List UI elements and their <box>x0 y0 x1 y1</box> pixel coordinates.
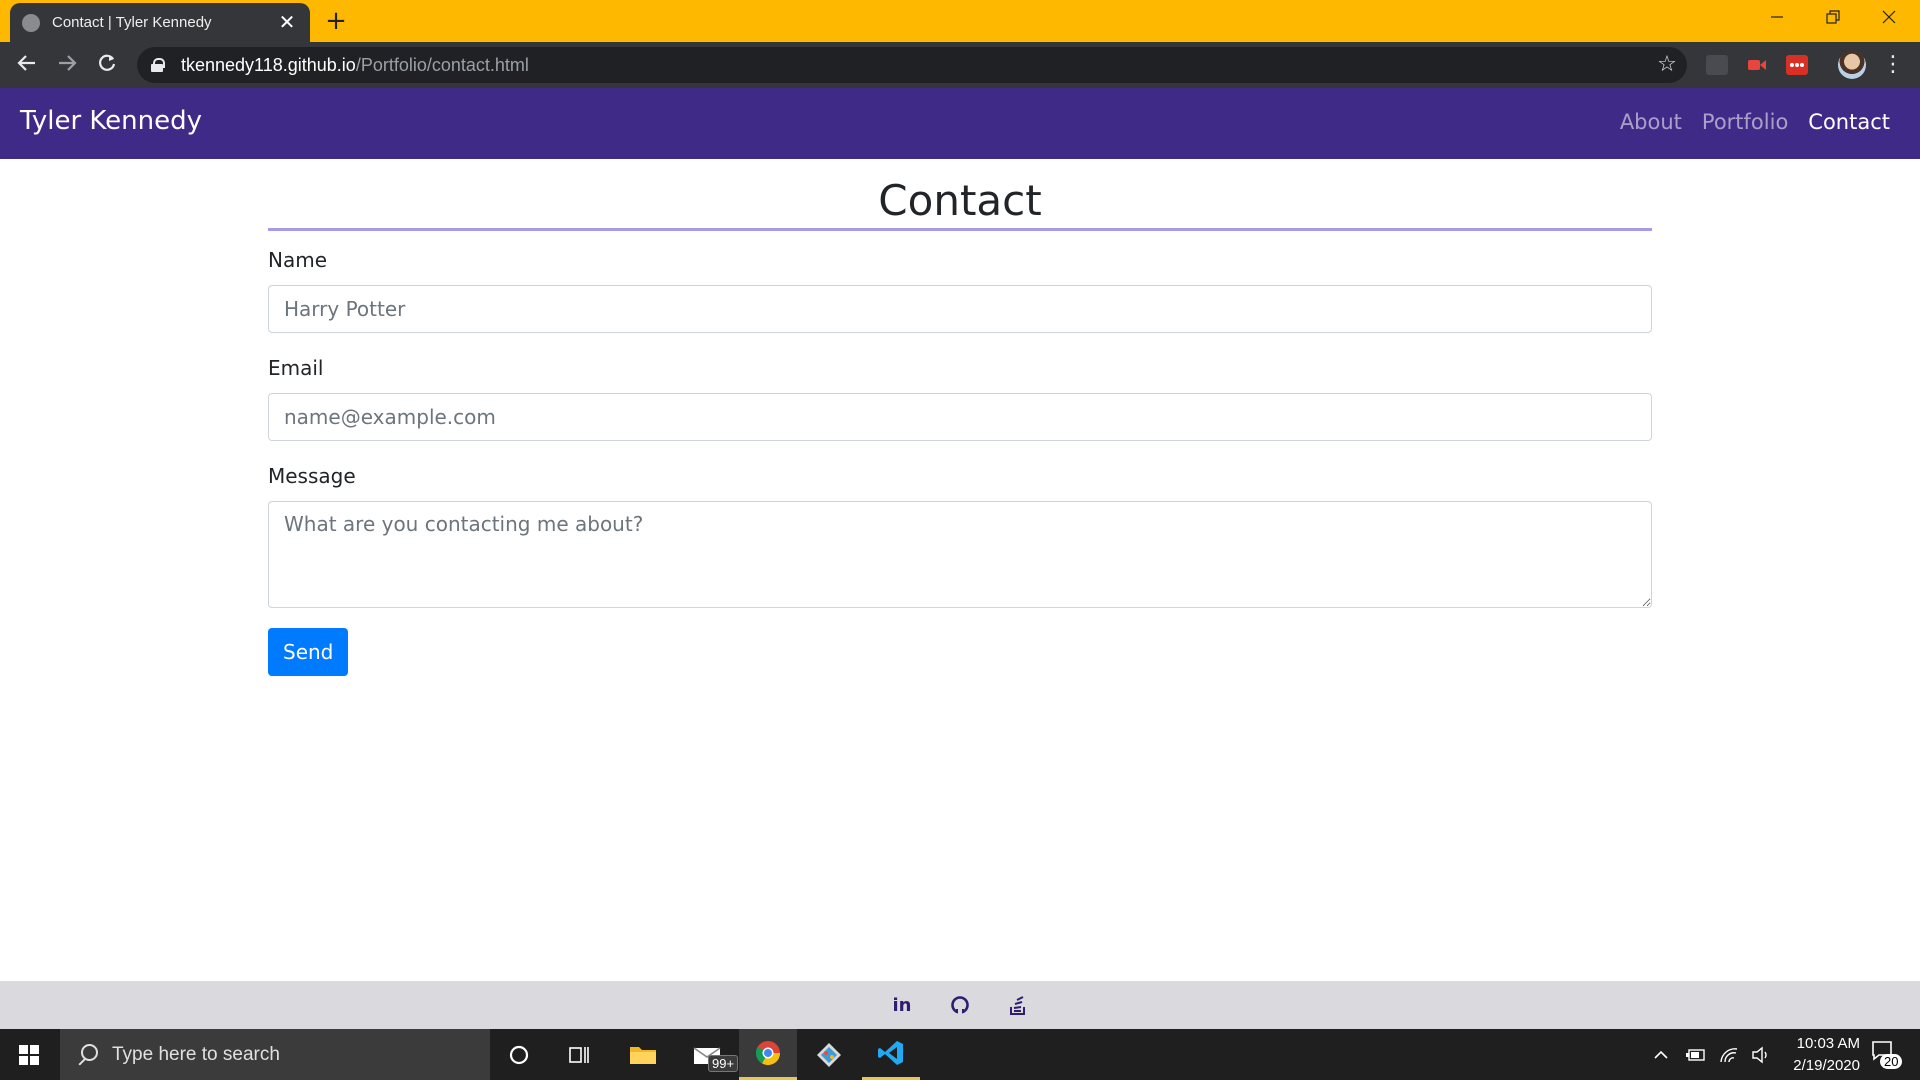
message-label: Message <box>268 464 356 488</box>
page-title: Contact <box>878 176 1042 225</box>
nav-links: About Portfolio Contact <box>1620 110 1890 134</box>
taskbar-search[interactable]: Type here to search <box>60 1029 490 1080</box>
show-hidden-icons-icon[interactable] <box>1652 1046 1670 1064</box>
chrome-icon[interactable] <box>739 1029 797 1080</box>
vscode-icon[interactable] <box>862 1029 920 1080</box>
wifi-icon[interactable] <box>1718 1046 1740 1064</box>
windows-taskbar: Type here to search 99+ 10:03 AM 2/19/20… <box>0 1029 1920 1080</box>
favicon-icon <box>22 13 40 32</box>
url-path: /Portfolio/contact.html <box>355 54 529 75</box>
record-extension-icon[interactable] <box>1746 55 1768 75</box>
close-window-icon[interactable] <box>1866 4 1912 34</box>
stack-overflow-icon[interactable] <box>1006 993 1030 1017</box>
git-kraken-icon[interactable] <box>800 1029 858 1080</box>
github-icon[interactable] <box>948 993 972 1017</box>
nav-link-about[interactable]: About <box>1620 110 1682 134</box>
extension-icon[interactable] <box>1706 55 1728 75</box>
forward-arrow-icon[interactable] <box>52 50 82 80</box>
profile-avatar[interactable] <box>1838 51 1866 79</box>
send-button[interactable]: Send <box>268 628 349 676</box>
site-brand[interactable]: Tyler Kennedy <box>20 106 202 136</box>
address-bar[interactable]: tkennedy118.github.io/Portfolio/contact.… <box>137 47 1687 83</box>
lock-icon <box>151 58 165 72</box>
linkedin-icon[interactable]: in <box>890 993 914 1017</box>
tab-title: Contact | Tyler Kennedy <box>52 14 212 31</box>
email-label: Email <box>268 356 324 380</box>
email-field[interactable] <box>268 393 1652 441</box>
windows-start-icon[interactable] <box>0 1029 58 1080</box>
message-field[interactable] <box>268 501 1652 608</box>
browser-menu-icon[interactable]: ⋮ <box>1882 50 1904 80</box>
title-divider <box>268 228 1652 231</box>
name-label: Name <box>268 248 328 272</box>
site-footer: in <box>0 981 1920 1029</box>
name-field[interactable] <box>268 285 1652 333</box>
url-host: tkennedy118.github.io <box>181 54 356 75</box>
cortana-icon[interactable] <box>490 1029 548 1080</box>
mail-icon[interactable]: 99+ <box>678 1029 739 1080</box>
new-tab-button[interactable]: + <box>322 8 350 36</box>
clock-date: 2/19/2020 <box>1793 1057 1860 1074</box>
taskbar-search-placeholder: Type here to search <box>112 1043 280 1065</box>
taskbar-clock[interactable]: 10:03 AM 2/19/2020 <box>1760 1033 1860 1077</box>
browser-toolbar: tkennedy118.github.io/Portfolio/contact.… <box>0 42 1920 88</box>
system-tray <box>1652 1029 1772 1080</box>
reload-icon[interactable] <box>92 50 122 80</box>
mail-badge: 99+ <box>708 1055 739 1072</box>
nav-link-portfolio[interactable]: Portfolio <box>1702 110 1788 134</box>
lastpass-icon[interactable] <box>1786 55 1808 75</box>
clock-time: 10:03 AM <box>1796 1035 1860 1052</box>
task-view-icon[interactable] <box>550 1029 608 1080</box>
browser-tab[interactable]: Contact | Tyler Kennedy ✕ <box>10 3 310 42</box>
tab-close-icon[interactable]: ✕ <box>276 12 298 34</box>
minimize-icon[interactable] <box>1754 4 1800 34</box>
back-arrow-icon[interactable] <box>12 50 42 80</box>
bookmark-star-icon[interactable]: ☆ <box>1652 50 1682 80</box>
search-icon <box>76 1043 98 1066</box>
nav-link-contact[interactable]: Contact <box>1808 110 1890 134</box>
contact-form-section: Contact Name Email Message Send <box>268 176 1652 676</box>
notification-count: 20 <box>1880 1054 1903 1069</box>
file-explorer-icon[interactable] <box>614 1029 672 1080</box>
restore-icon[interactable] <box>1810 4 1856 34</box>
site-navbar: Tyler Kennedy About Portfolio Contact <box>0 88 1920 159</box>
battery-icon[interactable] <box>1684 1046 1706 1064</box>
browser-tab-bar: Contact | Tyler Kennedy ✕ + <box>0 0 1920 42</box>
